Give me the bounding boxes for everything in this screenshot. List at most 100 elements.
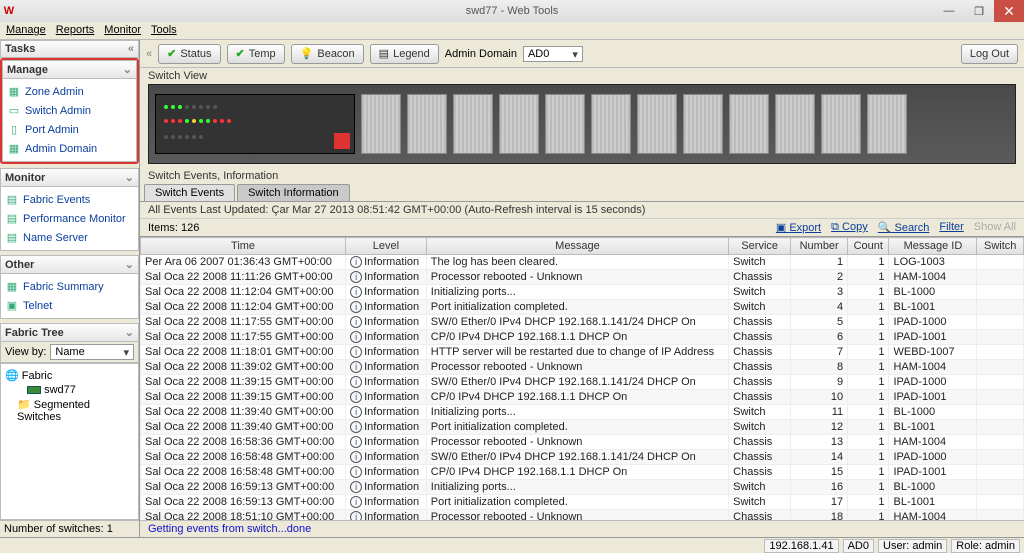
admin-domain-label: Admin Domain (445, 48, 517, 60)
menu-manage[interactable]: Manage (6, 24, 46, 37)
table-row[interactable]: Sal Oca 22 2008 11:17:55 GMT+00:00iInfor… (141, 330, 1024, 345)
col-time[interactable]: Time (141, 238, 346, 255)
table-row[interactable]: Sal Oca 22 2008 18:51:10 GMT+00:00iInfor… (141, 510, 1024, 521)
status-button[interactable]: ✔Status (158, 44, 220, 64)
tree-node-segmented[interactable]: 📁 Segmented Switches (5, 397, 134, 424)
table-row[interactable]: Sal Oca 22 2008 11:39:15 GMT+00:00iInfor… (141, 375, 1024, 390)
cell (977, 420, 1024, 435)
items-count: Items: 126 (148, 222, 199, 234)
chevron-icon: ⌄ (125, 258, 134, 271)
cell: Chassis (729, 345, 791, 360)
copy-link[interactable]: ⧉ Copy (831, 221, 868, 234)
admin-domain-dropdown[interactable]: AD0 (523, 46, 583, 62)
col-count[interactable]: Count (848, 238, 889, 255)
close-button[interactable]: ✕ (994, 0, 1024, 22)
monitor-panel-header[interactable]: Monitor ⌄ (0, 168, 139, 187)
table-row[interactable]: Sal Oca 22 2008 11:17:55 GMT+00:00iInfor… (141, 315, 1024, 330)
fabric-events-link[interactable]: ▤Fabric Events (5, 190, 134, 209)
telnet-link[interactable]: ▣Telnet (5, 296, 134, 315)
cell: Sal Oca 22 2008 11:18:01 GMT+00:00 (141, 345, 346, 360)
beacon-button[interactable]: 💡Beacon (291, 44, 364, 64)
tab-switch-information[interactable]: Switch Information (237, 184, 349, 201)
filter-link[interactable]: Filter (939, 221, 963, 234)
domain-icon: ▦ (7, 142, 21, 155)
other-panel-header[interactable]: Other ⌄ (0, 255, 139, 274)
fabric-tree[interactable]: 🌐 Fabric swd77 📁 Segmented Switches (0, 363, 139, 520)
export-link[interactable]: ▣ Export (776, 221, 821, 234)
table-row[interactable]: Sal Oca 22 2008 16:58:48 GMT+00:00iInfor… (141, 450, 1024, 465)
col-message[interactable]: Message (426, 238, 728, 255)
monitor-title: Monitor (5, 172, 45, 184)
switch-graphic[interactable] (148, 84, 1016, 164)
menu-reports[interactable]: Reports (56, 24, 95, 37)
table-row[interactable]: Sal Oca 22 2008 11:12:04 GMT+00:00iInfor… (141, 300, 1024, 315)
switch-admin-link[interactable]: ▭Switch Admin (7, 101, 132, 120)
legend-button[interactable]: ▤Legend (370, 44, 439, 64)
cell: BL-1000 (889, 285, 977, 300)
table-row[interactable]: Sal Oca 22 2008 16:58:36 GMT+00:00iInfor… (141, 435, 1024, 450)
logout-button[interactable]: Log Out (961, 44, 1018, 64)
cell: Processor rebooted - Unknown (426, 510, 728, 521)
table-row[interactable]: Sal Oca 22 2008 11:11:26 GMT+00:00iInfor… (141, 270, 1024, 285)
collapse-icon[interactable]: « (128, 43, 134, 55)
port-module (499, 94, 539, 154)
col-number[interactable]: Number (791, 238, 848, 255)
cell: 1 (848, 405, 889, 420)
table-row[interactable]: Sal Oca 22 2008 11:12:04 GMT+00:00iInfor… (141, 285, 1024, 300)
name-server-link[interactable]: ▤Name Server (5, 228, 134, 247)
admin-domain-link[interactable]: ▦Admin Domain (7, 139, 132, 158)
table-row[interactable]: Sal Oca 22 2008 16:59:13 GMT+00:00iInfor… (141, 495, 1024, 510)
col-level[interactable]: Level (346, 238, 427, 255)
minimize-button[interactable]: — (934, 0, 964, 22)
port-module (361, 94, 401, 154)
col-service[interactable]: Service (729, 238, 791, 255)
zone-admin-link[interactable]: ▦Zone Admin (7, 82, 132, 101)
manage-title: Manage (7, 64, 48, 76)
cell: 1 (848, 420, 889, 435)
cell: HAM-1004 (889, 270, 977, 285)
events-grid[interactable]: TimeLevelMessageServiceNumberCountMessag… (140, 237, 1024, 520)
table-row[interactable]: Sal Oca 22 2008 11:18:01 GMT+00:00iInfor… (141, 345, 1024, 360)
cell: Switch (729, 405, 791, 420)
cell: Switch (729, 480, 791, 495)
performance-monitor-link[interactable]: ▤Performance Monitor (5, 209, 134, 228)
table-row[interactable]: Sal Oca 22 2008 11:39:40 GMT+00:00iInfor… (141, 405, 1024, 420)
col-message-id[interactable]: Message ID (889, 238, 977, 255)
maximize-button[interactable]: ❐ (964, 0, 994, 22)
cell: Chassis (729, 435, 791, 450)
cell: 1 (848, 495, 889, 510)
cell: IPAD-1001 (889, 465, 977, 480)
view-by-dropdown[interactable]: Name (50, 344, 134, 360)
cell: 1 (791, 255, 848, 270)
col-switch[interactable]: Switch (977, 238, 1024, 255)
beacon-icon: 💡 (300, 47, 314, 60)
menu-monitor[interactable]: Monitor (104, 24, 141, 37)
tab-switch-events[interactable]: Switch Events (144, 184, 235, 201)
temp-button[interactable]: ✔Temp (227, 44, 285, 64)
table-row[interactable]: Per Ara 06 2007 01:36:43 GMT+00:00iInfor… (141, 255, 1024, 270)
table-row[interactable]: Sal Oca 22 2008 11:39:02 GMT+00:00iInfor… (141, 360, 1024, 375)
tree-node-swd77[interactable]: swd77 (5, 383, 134, 397)
loading-status: Getting events from switch...done (140, 520, 1024, 537)
table-row[interactable]: Sal Oca 22 2008 11:39:15 GMT+00:00iInfor… (141, 390, 1024, 405)
cell: Chassis (729, 375, 791, 390)
cell: 1 (848, 345, 889, 360)
manage-panel-header[interactable]: Manage ⌄ (2, 60, 137, 79)
tree-root[interactable]: 🌐 Fabric (5, 368, 134, 383)
cell: Sal Oca 22 2008 11:12:04 GMT+00:00 (141, 300, 346, 315)
table-row[interactable]: Sal Oca 22 2008 16:59:13 GMT+00:00iInfor… (141, 480, 1024, 495)
port-admin-link[interactable]: ▯Port Admin (7, 120, 132, 139)
status-role: Role: admin (951, 539, 1020, 553)
cell (977, 315, 1024, 330)
search-link[interactable]: 🔍 Search (878, 221, 930, 234)
cell: Per Ara 06 2007 01:36:43 GMT+00:00 (141, 255, 346, 270)
port-module (683, 94, 723, 154)
fabric-tree-title: Fabric Tree (5, 327, 64, 339)
table-row[interactable]: Sal Oca 22 2008 11:39:40 GMT+00:00iInfor… (141, 420, 1024, 435)
fabric-summary-link[interactable]: ▦Fabric Summary (5, 277, 134, 296)
cell: iInformation (346, 465, 427, 480)
menu-tools[interactable]: Tools (151, 24, 177, 37)
toolbar-chevron-icon[interactable]: « (146, 48, 152, 60)
toolbar: « ✔Status ✔Temp 💡Beacon ▤Legend Admin Do… (140, 40, 1024, 68)
table-row[interactable]: Sal Oca 22 2008 16:58:48 GMT+00:00iInfor… (141, 465, 1024, 480)
